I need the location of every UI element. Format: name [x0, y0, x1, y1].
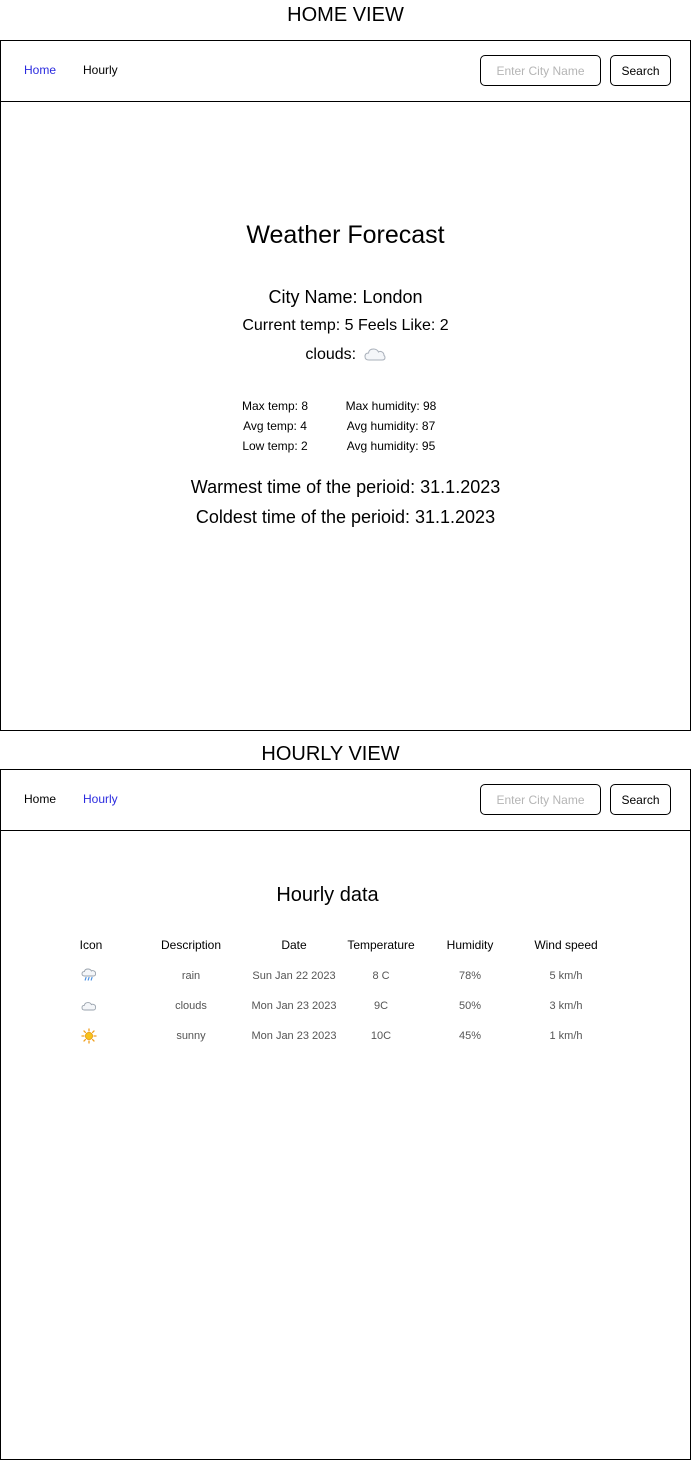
cell-humidity: 78%	[458, 970, 482, 982]
stat-max-temp: Max temp: 8	[241, 399, 309, 413]
search-button[interactable]: Search	[610, 55, 671, 86]
cell-date: Sun Jan 22 2023	[252, 970, 336, 982]
column-header-humidity: Humidity	[446, 938, 494, 952]
home-view-title: HOME VIEW	[287, 4, 404, 26]
city-search-input[interactable]	[480, 784, 601, 815]
condition-row: clouds:	[1, 344, 690, 369]
hourly-view-title: HOURLY VIEW	[261, 743, 400, 765]
column-header-description: Description	[160, 938, 222, 952]
column-header-wind-speed: Wind speed	[534, 938, 598, 952]
cell-date: Mon Jan 23 2023	[251, 1000, 337, 1012]
column-header-temperature: Temperature	[347, 938, 415, 952]
cell-wind-speed: 1 km/h	[549, 1030, 583, 1042]
sun-icon	[81, 1028, 97, 1044]
cell-humidity: 45%	[458, 1030, 482, 1042]
condition-label: clouds:	[305, 346, 357, 363]
home-view-frame: Home Hourly Search Weather Forecast City…	[0, 40, 691, 731]
city-name: City Name: London	[268, 287, 423, 307]
page-title: Weather Forecast	[246, 221, 445, 249]
stat-avg-humidity: Avg humidity: 87	[346, 419, 436, 433]
column-header-date: Date	[281, 938, 307, 952]
stat-avg-temp: Avg temp: 4	[243, 419, 307, 433]
cell-temperature: 10C	[370, 1030, 392, 1042]
cloud-icon	[364, 346, 386, 369]
navbar: Home Hourly Search	[1, 41, 690, 102]
navbar: Home Hourly Search	[1, 770, 690, 831]
stat-low-temp: Low temp: 2	[242, 439, 308, 453]
nav-home-link[interactable]: Home	[24, 792, 56, 807]
cell-temperature: 9C	[373, 1000, 389, 1012]
cell-description: rain	[181, 970, 201, 982]
stat-avg-humidity-2: Avg humidity: 95	[346, 439, 436, 453]
cloud-icon	[81, 998, 97, 1014]
search-button[interactable]: Search	[610, 784, 671, 815]
city-search-input[interactable]	[480, 55, 601, 86]
cell-temperature: 8 C	[372, 970, 390, 982]
cell-humidity: 50%	[458, 1000, 482, 1012]
coldest-time: Coldest time of the perioid: 31.1.2023	[195, 507, 496, 527]
rain-cloud-icon	[81, 967, 97, 983]
warmest-time: Warmest time of the perioid: 31.1.2023	[190, 477, 501, 497]
hourly-view-frame: Home Hourly Search Hourly data Icon Desc…	[0, 769, 691, 1460]
cell-description: clouds	[175, 1000, 207, 1012]
cell-description: sunny	[176, 1030, 206, 1042]
current-temp: Current temp: 5 Feels Like: 2	[242, 317, 449, 334]
hourly-heading: Hourly data	[276, 884, 379, 906]
cell-wind-speed: 3 km/h	[549, 1000, 583, 1012]
cell-date: Mon Jan 23 2023	[251, 1030, 337, 1042]
nav-hourly-link[interactable]: Hourly	[83, 792, 118, 807]
stat-max-humidity: Max humidity: 98	[345, 399, 437, 413]
cell-wind-speed: 5 km/h	[549, 970, 583, 982]
nav-hourly-link[interactable]: Hourly	[83, 63, 118, 78]
nav-home-link[interactable]: Home	[24, 63, 56, 78]
column-header-icon: Icon	[79, 938, 103, 952]
